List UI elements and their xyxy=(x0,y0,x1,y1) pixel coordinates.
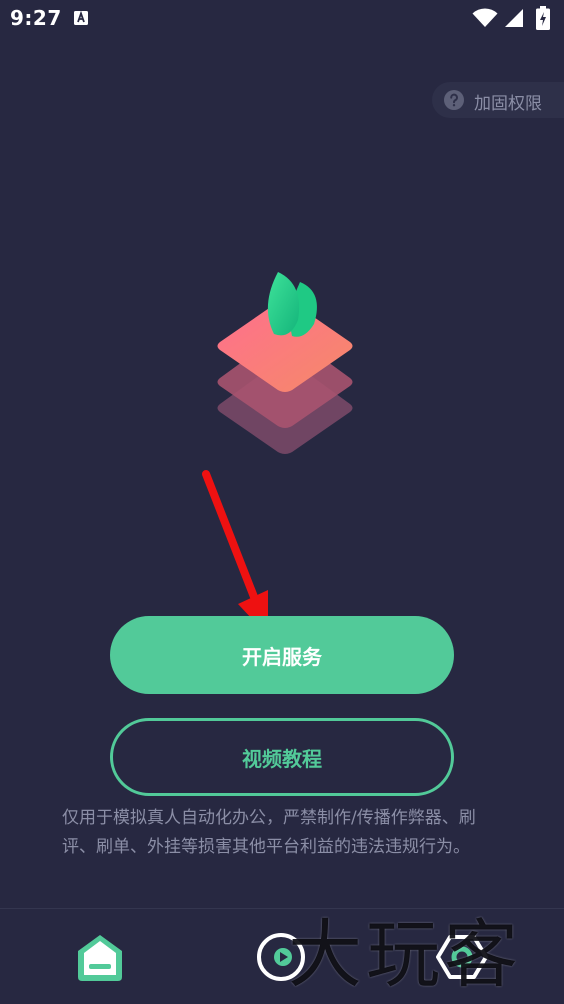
status-time: 9:27 xyxy=(10,6,62,30)
start-service-button[interactable]: 开启服务 xyxy=(110,616,454,694)
disclaimer-text: 仅用于模拟真人自动化办公，严禁制作/传播作弊器、刷评、刷单、外挂等损害其他平台利… xyxy=(62,808,476,857)
home-icon[interactable] xyxy=(74,931,126,983)
a-box-icon xyxy=(74,10,88,25)
red-arrow-icon xyxy=(202,470,268,636)
status-bar: 9:27 xyxy=(0,0,564,38)
battery-charging-icon xyxy=(536,6,550,30)
hexagon-settings-icon[interactable] xyxy=(436,931,488,983)
signal-icon xyxy=(505,9,523,27)
bottom-nav xyxy=(0,909,564,1004)
reinforce-permission-chip[interactable]: 加固权限 xyxy=(432,82,564,118)
reinforce-permission-label: 加固权限 xyxy=(474,94,542,114)
play-circle-icon[interactable] xyxy=(255,931,307,983)
wifi-icon xyxy=(472,8,498,27)
question-circle-icon xyxy=(444,90,464,110)
video-tutorial-button[interactable]: 视频教程 xyxy=(110,718,454,796)
layered-diamond-leaf-icon xyxy=(217,272,353,454)
